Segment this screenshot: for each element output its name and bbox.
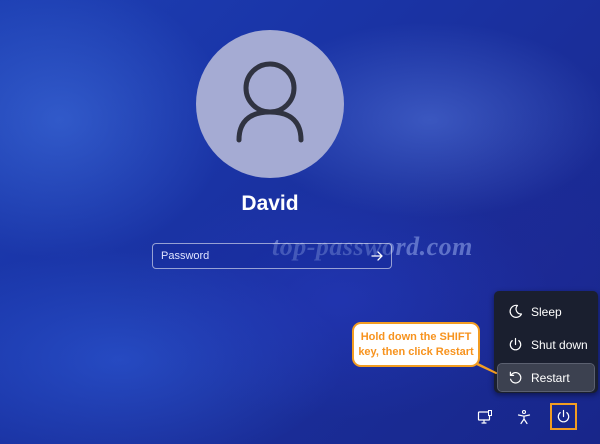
password-field[interactable]	[152, 243, 392, 269]
accessibility-icon	[517, 409, 531, 425]
password-input[interactable]	[153, 244, 365, 268]
power-icon	[509, 337, 522, 351]
menu-item-label: Sleep	[531, 305, 562, 319]
power-icon	[557, 409, 570, 423]
menu-item-shut-down[interactable]: Shut down	[498, 331, 594, 358]
power-menu: Sleep Shut down Restart	[494, 291, 598, 393]
callout-line-2: key, then click Restart	[358, 346, 474, 358]
arrow-right-icon[interactable]	[369, 248, 385, 264]
accessibility-button[interactable]	[513, 406, 535, 428]
lock-screen: David top-password.com Sleep Shut down R…	[0, 0, 600, 444]
menu-item-sleep[interactable]: Sleep	[498, 298, 594, 325]
network-icon	[477, 410, 492, 424]
power-button[interactable]	[550, 403, 577, 430]
restart-icon	[509, 371, 522, 384]
network-button[interactable]	[474, 406, 496, 428]
menu-item-restart[interactable]: Restart	[497, 363, 595, 392]
menu-item-label: Restart	[531, 371, 570, 385]
moon-icon	[509, 304, 523, 318]
user-name: David	[241, 192, 299, 215]
callout-line-1: Hold down the SHIFT	[360, 331, 472, 343]
menu-item-label: Shut down	[531, 338, 588, 352]
instruction-callout: Hold down the SHIFT key, then click Rest…	[352, 322, 480, 367]
user-avatar	[196, 30, 344, 178]
callout-text: Hold down the SHIFT key, then click Rest…	[356, 330, 476, 360]
user-silhouette-icon	[236, 61, 304, 143]
